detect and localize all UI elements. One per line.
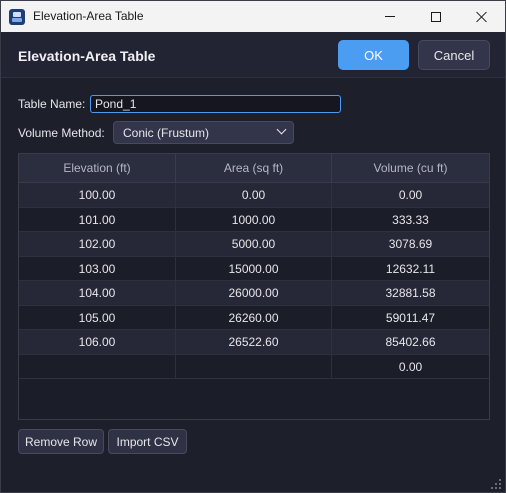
volume-cell[interactable]: 12632.11 — [332, 257, 489, 281]
elevation-cell[interactable] — [19, 354, 176, 379]
area-cell[interactable]: 26000.00 — [176, 281, 332, 305]
area-cell[interactable]: 26522.60 — [176, 330, 332, 354]
column-header-elevation[interactable]: Elevation (ft) — [19, 154, 176, 183]
table-row[interactable]: 0.00 — [19, 354, 489, 379]
elevation-cell[interactable]: 100.00 — [19, 183, 176, 207]
close-icon — [476, 11, 488, 23]
title-bar: Elevation-Area Table — [1, 1, 505, 32]
window-title: Elevation-Area Table — [33, 9, 144, 23]
volume-method-label: Volume Method: — [18, 126, 105, 140]
volume-cell[interactable]: 59011.47 — [332, 306, 489, 330]
table-body: 100.00 0.00 0.00 101.00 1000.00 333.33 102.00 5… — [19, 183, 489, 379]
elevation-cell[interactable]: 103.00 — [19, 256, 176, 281]
volume-cell[interactable]: 85402.66 — [332, 330, 489, 354]
chevron-down-icon — [276, 124, 287, 135]
volume-cell[interactable]: 32881.58 — [332, 281, 489, 305]
elevation-cell[interactable]: 102.00 — [19, 232, 176, 256]
table-row[interactable]: 106.00 26522.60 85402.66 — [19, 330, 489, 355]
dialog-window: Elevation-Area Table Elevation-Area Tabl… — [0, 0, 506, 493]
close-button[interactable] — [459, 1, 505, 32]
table-row[interactable]: 102.00 5000.00 3078.69 — [19, 232, 489, 257]
table-row[interactable]: 100.00 0.00 0.00 — [19, 183, 489, 208]
column-header-area[interactable]: Area (sq ft) — [176, 154, 332, 183]
table-row[interactable]: 104.00 26000.00 32881.58 — [19, 281, 489, 306]
area-cell[interactable]: 15000.00 — [176, 256, 332, 281]
area-cell[interactable]: 0.00 — [176, 183, 332, 207]
dialog-title: Elevation-Area Table — [18, 48, 156, 64]
table-header: Elevation (ft) Area (sq ft) Volume (cu f… — [19, 154, 489, 183]
table-row[interactable]: 101.00 1000.00 333.33 — [19, 207, 489, 232]
table-row[interactable]: 105.00 26260.00 59011.47 — [19, 305, 489, 330]
table-name-label: Table Name: — [18, 97, 86, 111]
volume-cell[interactable]: 0.00 — [332, 355, 489, 379]
volume-method-value: Conic (Frustum) — [123, 126, 210, 140]
elevation-area-table[interactable]: Elevation (ft) Area (sq ft) Volume (cu f… — [18, 153, 490, 420]
area-cell[interactable]: 1000.00 — [176, 207, 332, 232]
volume-cell[interactable]: 0.00 — [332, 183, 489, 207]
elevation-cell[interactable]: 105.00 — [19, 305, 176, 330]
volume-method-select[interactable]: Conic (Frustum) — [113, 121, 294, 144]
resize-grip-icon[interactable] — [491, 479, 501, 489]
elevation-cell[interactable]: 101.00 — [19, 207, 176, 232]
maximize-icon — [431, 11, 441, 22]
minimize-icon — [385, 16, 395, 17]
ok-button[interactable]: OK — [338, 40, 409, 70]
minimize-button[interactable] — [367, 1, 413, 32]
maximize-button[interactable] — [413, 1, 459, 32]
cancel-button[interactable]: Cancel — [418, 40, 490, 70]
area-cell[interactable]: 5000.00 — [176, 232, 332, 256]
remove-row-button[interactable]: Remove Row — [18, 429, 104, 454]
app-icon — [9, 9, 25, 25]
column-header-volume[interactable]: Volume (cu ft) — [332, 154, 489, 183]
dialog-header: Elevation-Area Table OK Cancel — [1, 32, 505, 78]
volume-cell[interactable]: 3078.69 — [332, 232, 489, 256]
table-row[interactable]: 103.00 15000.00 12632.11 — [19, 256, 489, 281]
elevation-cell[interactable]: 104.00 — [19, 281, 176, 305]
area-cell[interactable] — [176, 354, 332, 379]
table-name-input[interactable] — [90, 95, 341, 113]
volume-cell[interactable]: 333.33 — [332, 208, 489, 232]
elevation-cell[interactable]: 106.00 — [19, 330, 176, 354]
import-csv-button[interactable]: Import CSV — [108, 429, 187, 454]
area-cell[interactable]: 26260.00 — [176, 305, 332, 330]
